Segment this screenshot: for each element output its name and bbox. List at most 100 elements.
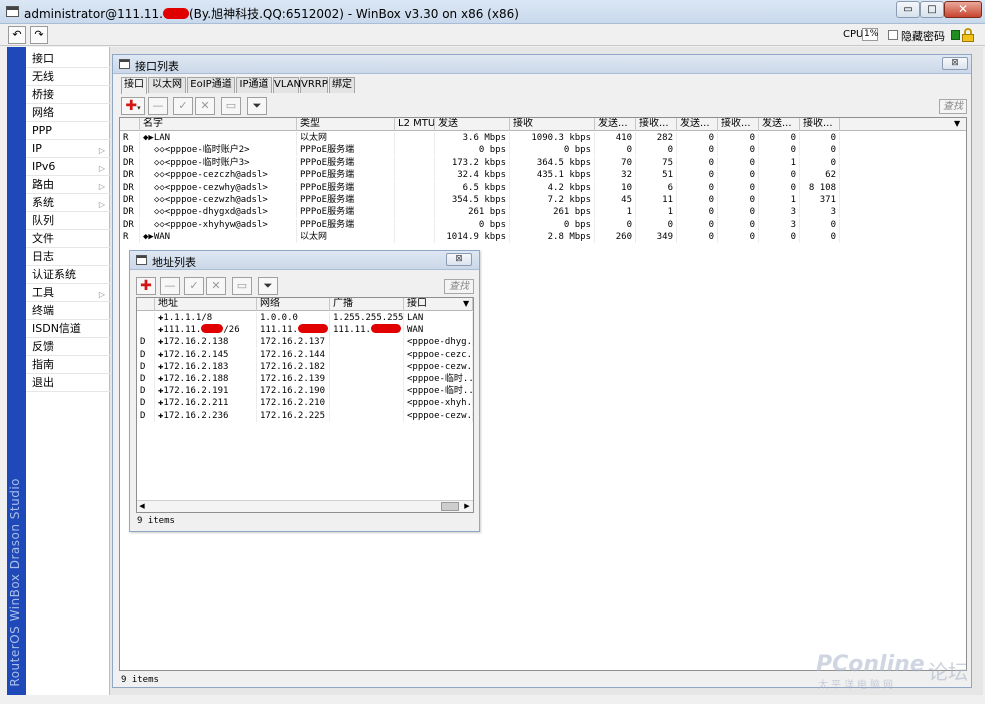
menu-item[interactable]: 系统 ▷ [26, 194, 110, 212]
cell-rx: 0 bps [510, 218, 595, 231]
remove-button[interactable]: — [160, 277, 180, 295]
column-header[interactable]: 发送... [759, 118, 800, 131]
menu-item[interactable]: IPv6 ▷ [26, 158, 110, 176]
scroll-left-arrow[interactable]: ◀ [137, 501, 147, 512]
scroll-thumb[interactable] [441, 502, 459, 511]
table-row[interactable]: D ✚172.16.2.236 172.16.2.225 <pppoe-cezw... [137, 409, 473, 422]
column-header[interactable]: 发送 [435, 118, 510, 131]
add-button[interactable]: ✚▾ [121, 97, 145, 115]
table-row[interactable]: R ◆▶LAN 以太网 3.6 Mbps 1090.3 kbps 410 282 0 0 0 0 [120, 132, 966, 144]
interface-find-button[interactable]: 查找 [939, 99, 967, 114]
table-row[interactable]: D ✚172.16.2.183 172.16.2.182 <pppoe-cezw... [137, 360, 473, 373]
table-row[interactable]: D ✚172.16.2.211 172.16.2.210 <pppoe-xhyh... [137, 397, 473, 410]
column-header[interactable]: 接收 [510, 118, 595, 131]
column-header[interactable] [120, 118, 140, 131]
table-row[interactable]: DR ◇◇<pppoe-cezwzh@adsl> PPPoE服务端 354.5 kbp… [120, 194, 966, 206]
menu-item[interactable]: 网络 [26, 104, 110, 122]
status-green-icon [951, 30, 960, 40]
hide-password-checkbox[interactable] [888, 30, 898, 40]
cell-c7: 0 [677, 144, 718, 157]
cell-text: ✚1.1.1.1/8 [158, 313, 213, 323]
cell-c10: 371 [800, 194, 840, 206]
disable-button[interactable]: ✕ [195, 97, 215, 115]
window-icon [119, 59, 130, 69]
menu-item[interactable]: ISDN信道 [26, 320, 110, 338]
menu-item[interactable]: 接口 [26, 50, 110, 68]
enable-button[interactable]: ✓ [173, 97, 193, 115]
scroll-right-arrow[interactable]: ▶ [462, 501, 472, 512]
tab[interactable]: EoIP通道 [187, 77, 235, 93]
column-header[interactable]: 网络 [257, 298, 330, 311]
tab[interactable]: 接口 [121, 77, 147, 94]
menu-item[interactable]: 反馈 [26, 338, 110, 356]
maximize-button[interactable]: □ [920, 1, 944, 18]
menu-item[interactable]: 指南 [26, 356, 110, 374]
menu-item[interactable]: 队列 [26, 212, 110, 230]
menu-item[interactable]: 退出 [26, 374, 110, 392]
table-row[interactable]: D ✚172.16.2.188 172.16.2.139 <pppoe-临时... [137, 373, 473, 385]
interface-window-close-button[interactable]: ⊠ [942, 57, 968, 70]
address-window-close-button[interactable]: ⊠ [446, 253, 472, 266]
undo-button[interactable]: ↶ [8, 26, 26, 44]
address-horizontal-scrollbar[interactable]: ◀ ▶ [137, 500, 473, 512]
filter-button[interactable]: ⏷ [247, 97, 267, 115]
tab[interactable]: VRRP [300, 77, 328, 93]
tab[interactable]: VLAN [273, 77, 301, 93]
minimize-button[interactable]: ▭ [896, 1, 920, 18]
table-row[interactable]: ✚1.1.1.1/8 1.0.0.0 1.255.255.255 LAN [137, 312, 473, 324]
enable-button[interactable]: ✓ [184, 277, 204, 295]
menu-item[interactable]: 无线 [26, 68, 110, 86]
table-row[interactable]: ✚111.11. /26 111.11. 111.11. WAN [137, 324, 473, 337]
column-header[interactable]: 接收... [800, 118, 840, 131]
disable-button[interactable]: ✕ [206, 277, 226, 295]
table-row[interactable]: DR ◇◇<pppoe-临时账户3> PPPoE服务端 173.2 kbps 364.5… [120, 156, 966, 169]
column-header[interactable]: 接收... [636, 118, 677, 131]
table-row[interactable]: D ✚172.16.2.138 172.16.2.137 <pppoe-dhyg... [137, 336, 473, 349]
column-header[interactable]: 名字 [140, 118, 297, 131]
address-window-titlebar[interactable]: 地址列表 ⊠ [130, 251, 479, 270]
column-header[interactable]: 发送... [595, 118, 636, 131]
column-header[interactable] [137, 298, 155, 311]
column-dropdown-icon[interactable]: ▼ [463, 299, 469, 308]
table-row[interactable]: D ✚172.16.2.191 172.16.2.190 <pppoe-临时... [137, 385, 473, 398]
menu-item[interactable]: IP ▷ [26, 140, 110, 158]
table-row[interactable]: DR ◇◇<pppoe-dhygxd@adsl> PPPoE服务端 261 bps 26… [120, 206, 966, 219]
column-header[interactable]: L2 MTU [395, 118, 435, 131]
cell-c5: 45 [595, 194, 636, 206]
menu-item[interactable]: 桥接 [26, 86, 110, 104]
comment-button[interactable]: ▭ [221, 97, 241, 115]
add-button[interactable]: ✚ [136, 277, 156, 295]
remove-button[interactable]: — [148, 97, 168, 115]
cell-text: ✚172.16.2.145 [158, 349, 229, 360]
column-header[interactable]: 广播 [330, 298, 404, 311]
table-row[interactable]: D ✚172.16.2.145 172.16.2.144 <pppoe-cezc... [137, 348, 473, 361]
title-bar[interactable]: administrator@111.11. (By.旭神科技.QQ:6512002… [0, 0, 985, 24]
menu-item[interactable]: 认证系统 [26, 266, 110, 284]
table-row[interactable]: DR ◇◇<pppoe-cezwhy@adsl> PPPoE服务端 6.5 kbps 4… [120, 181, 966, 194]
menu-item[interactable]: 文件 [26, 230, 110, 248]
close-button[interactable]: ✕ [944, 1, 982, 18]
address-find-button[interactable]: 查找 [444, 279, 474, 294]
table-row[interactable]: DR ◇◇<pppoe-xhyhyw@adsl> PPPoE服务端 0 bps 0 bp… [120, 218, 966, 231]
column-header[interactable]: 发送... [677, 118, 718, 131]
hide-password-label[interactable]: 隐藏密码 [901, 28, 945, 44]
column-header[interactable]: 类型 [297, 118, 395, 131]
tab[interactable]: IP通道 [236, 77, 272, 93]
tab[interactable]: 绑定 [329, 77, 355, 93]
table-row[interactable]: DR ◇◇<pppoe-临时账户2> PPPoE服务端 0 bps 0 bps 0 0 0 0 0… [120, 144, 966, 157]
menu-item[interactable]: PPP [26, 122, 110, 140]
tab[interactable]: 以太网 [148, 77, 186, 93]
table-row[interactable]: R ◆▶WAN 以太网 1014.9 kbps 2.8 Mbps 260 349 0 0 0 0 [120, 231, 966, 244]
menu-item[interactable]: 工具 ▷ [26, 284, 110, 302]
filter-button[interactable]: ⏷ [258, 277, 278, 295]
column-header[interactable]: 地址 [155, 298, 257, 311]
column-dropdown-icon[interactable]: ▼ [954, 119, 960, 128]
table-row[interactable]: DR ◇◇<pppoe-cezczh@adsl> PPPoE服务端 32.4 kbps… [120, 169, 966, 182]
column-header[interactable]: 接收... [718, 118, 759, 131]
comment-button[interactable]: ▭ [232, 277, 252, 295]
menu-item[interactable]: 终端 [26, 302, 110, 320]
interface-window-titlebar[interactable]: 接口列表 ⊠ [113, 55, 971, 74]
menu-item[interactable]: 路由 ▷ [26, 176, 110, 194]
menu-item[interactable]: 日志 [26, 248, 110, 266]
redo-button[interactable]: ↷ [30, 26, 48, 44]
